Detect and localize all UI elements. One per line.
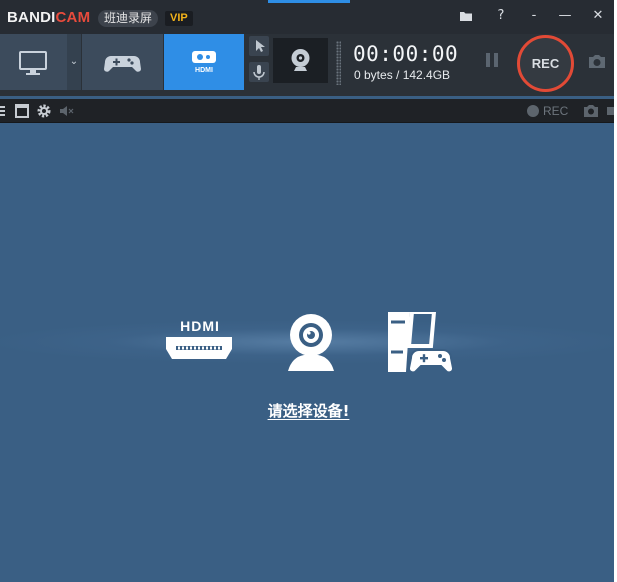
webcam-device-option[interactable] xyxy=(280,311,342,378)
mode-underline xyxy=(0,90,244,96)
hdmi-device-option[interactable]: HDMI xyxy=(165,318,235,370)
menu-button[interactable]: - xyxy=(523,7,545,25)
preview-toolbar: REC xyxy=(0,99,617,123)
microphone-icon xyxy=(253,65,265,80)
file-size-info: 0 bytes / 142.4GB xyxy=(354,68,451,82)
recording-timer: 00:00:00 xyxy=(353,42,459,66)
game-mode-button[interactable] xyxy=(82,34,163,90)
webcam-icon xyxy=(291,49,310,71)
camera-icon xyxy=(589,55,605,68)
bandicam-window: BANDICAM 班迪录屏 VIP ? - — ✕ ⌄ HDMI 00:00:0… xyxy=(0,0,617,582)
cursor-icon xyxy=(256,40,265,52)
pause-button[interactable] xyxy=(486,53,500,69)
app-logo: BANDICAM xyxy=(7,9,90,26)
pause-icon xyxy=(486,53,490,67)
title-accent-line xyxy=(268,0,350,3)
app-title-chip[interactable]: 班迪录屏 xyxy=(98,10,159,27)
preview-rec-label: REC xyxy=(543,104,569,118)
folder-icon xyxy=(460,12,472,21)
record-button[interactable]: REC xyxy=(517,35,574,92)
mode-toolbar: ⌄ HDMI 00:00:00 0 bytes / 142.4GB REC xyxy=(0,34,617,96)
window-icon[interactable] xyxy=(14,103,30,119)
device-mode-button[interactable]: HDMI xyxy=(164,34,244,90)
gamepad-icon xyxy=(104,56,141,72)
device-selection-area: HDMI 请选择设备! xyxy=(0,123,617,582)
chevron-down-icon: ⌄ xyxy=(69,56,79,67)
screenshot-button[interactable] xyxy=(586,52,608,70)
select-device-link[interactable]: 请选择设备! xyxy=(268,400,350,421)
pause-icon-bar xyxy=(494,53,498,67)
toolbar-grip[interactable] xyxy=(336,41,341,85)
title-bar[interactable]: BANDICAM 班迪录屏 VIP ? - — ✕ xyxy=(0,0,617,34)
select-device-prompt: 请选择设备! xyxy=(0,400,617,421)
monitor-icon xyxy=(19,51,47,75)
hdmi-mode-label: HDMI xyxy=(195,67,213,74)
minimize-button[interactable]: — xyxy=(554,7,576,25)
vip-badge[interactable]: VIP xyxy=(165,11,193,26)
hdmi-icon: HDMI xyxy=(166,318,232,359)
preview-camera-icon[interactable] xyxy=(583,103,599,119)
screen-mode-dropdown[interactable]: ⌄ xyxy=(67,34,81,90)
preview-rec-button[interactable]: REC xyxy=(527,104,568,118)
webcam-large-icon xyxy=(288,314,334,371)
webcam-overlay-button[interactable] xyxy=(273,38,328,83)
close-button[interactable]: ✕ xyxy=(587,7,609,25)
mute-speaker-icon[interactable] xyxy=(58,103,74,119)
hamburger-icon[interactable] xyxy=(0,103,14,119)
game-console-icon xyxy=(388,310,454,374)
help-button[interactable]: ? xyxy=(490,7,512,25)
rec-dot-icon xyxy=(527,105,539,117)
hdmi-logo-text: HDMI xyxy=(180,319,220,334)
game-console-device-option[interactable] xyxy=(386,310,456,379)
brand-accent: CAM xyxy=(55,9,91,26)
gear-icon[interactable] xyxy=(36,103,52,119)
brand-main: BANDI xyxy=(7,9,56,26)
input-side-icons xyxy=(249,36,271,88)
cursor-toggle-button[interactable] xyxy=(249,36,269,56)
screen-mode-button[interactable] xyxy=(0,34,67,90)
microphone-toggle-button[interactable] xyxy=(249,62,269,82)
hdmi-device-icon: HDMI xyxy=(192,51,216,74)
folder-button[interactable] xyxy=(455,7,477,25)
